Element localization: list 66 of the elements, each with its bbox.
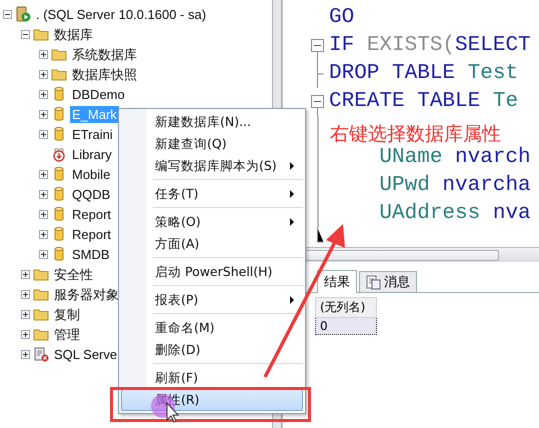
submenu-arrow-icon [290, 218, 294, 226]
expand-toggle[interactable] [39, 210, 48, 218]
code-line: GO [329, 5, 354, 31]
collapse-toggle[interactable] [3, 10, 12, 18]
expand-toggle[interactable] [39, 50, 48, 58]
expand-toggle[interactable] [21, 310, 30, 318]
code-line: UPwd nvarcha [378, 173, 531, 199]
code-line: UName nvarch [378, 145, 531, 171]
expand-toggle[interactable] [39, 70, 48, 78]
tree-item[interactable]: Report [70, 206, 114, 222]
tree-item[interactable]: 数据库快照 [70, 66, 139, 82]
expand-toggle[interactable] [39, 90, 48, 98]
menu-item[interactable]: 重命名(M) [121, 317, 303, 339]
menu-item[interactable]: 报表(P) [121, 289, 303, 311]
menu-item[interactable]: 新建数据库(N)... [121, 111, 303, 133]
expand-toggle[interactable] [39, 110, 48, 118]
expand-toggle[interactable] [39, 250, 48, 258]
code-line: CREATE TABLE Te [329, 89, 518, 115]
tree-item[interactable]: Report [70, 226, 114, 242]
cursor-icon [151, 394, 180, 423]
tree-item[interactable]: . (SQL Server 10.0.1600 - sa) [34, 6, 208, 22]
table-cell[interactable]: 0 [316, 318, 376, 334]
menu-item[interactable]: 编写数据库脚本为(S) [121, 155, 303, 177]
result-tab[interactable]: 消息 [359, 271, 417, 292]
tree-item[interactable]: 系统数据库 [70, 46, 139, 62]
tree-item[interactable]: 复制 [52, 306, 82, 322]
tree-item[interactable]: SQL Serve [52, 346, 120, 362]
menu-item[interactable]: 方面(A) [121, 233, 303, 255]
tree-item[interactable]: Mobile [70, 166, 112, 182]
tree-item[interactable]: 管理 [52, 326, 82, 342]
expand-toggle[interactable] [21, 350, 30, 358]
menu-item[interactable]: 刷新(F) [121, 367, 303, 389]
menu-item[interactable]: 任务(T) [121, 183, 303, 205]
column-header: (无列名) [316, 298, 376, 318]
menu-item[interactable]: 删除(D) [121, 339, 303, 361]
tree-item[interactable]: SMDB [70, 246, 112, 262]
submenu-arrow-icon [290, 190, 294, 198]
menu-item[interactable]: 启动 PowerShell(H) [121, 261, 303, 283]
database-down-icon [51, 146, 67, 162]
expand-toggle[interactable] [39, 230, 48, 238]
tree-item[interactable]: ETraini [70, 126, 115, 142]
submenu-arrow-icon [290, 162, 294, 170]
tree-item[interactable]: 安全性 [52, 266, 95, 282]
menu-item[interactable]: 策略(O) [121, 211, 303, 233]
tree-item[interactable]: Library [70, 146, 114, 162]
submenu-arrow-icon [290, 296, 294, 304]
tree-item[interactable]: QQDB [70, 186, 112, 202]
server-icon [15, 6, 31, 22]
expand-toggle[interactable] [21, 270, 30, 278]
code-line: IF EXISTS(SELECT [329, 33, 531, 59]
code-line: UAddress nva [378, 201, 531, 227]
expand-toggle[interactable] [39, 130, 48, 138]
document-icon [366, 274, 381, 290]
collapse-toggle[interactable] [21, 30, 30, 38]
code-line: DROP TABLE Test [329, 61, 518, 87]
tree-item[interactable]: DBDemo [70, 86, 127, 102]
expand-toggle[interactable] [21, 290, 30, 298]
expand-toggle[interactable] [39, 170, 48, 178]
expand-toggle[interactable] [21, 330, 30, 338]
tree-item[interactable]: 服务器对象 [52, 286, 121, 302]
result-tab[interactable]: 结果 [317, 270, 357, 293]
agent-icon [33, 346, 49, 362]
expand-toggle[interactable] [39, 190, 48, 198]
tree-item[interactable]: 数据库 [52, 26, 95, 42]
menu-item[interactable]: 新建查询(Q) [121, 133, 303, 155]
annotation-text: 右键选择数据库属性 [330, 122, 501, 146]
